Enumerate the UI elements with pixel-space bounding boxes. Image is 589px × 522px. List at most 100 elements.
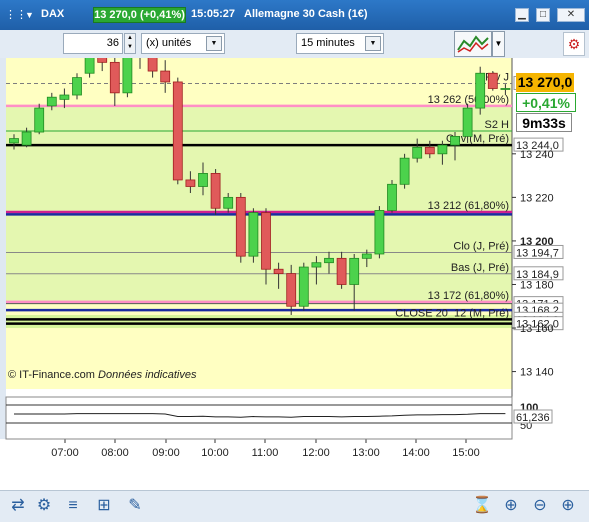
share-icon[interactable]: ⇄ (7, 495, 29, 517)
left-margin (0, 58, 6, 439)
x-tick-label: 14:00 (402, 447, 430, 459)
indicator-chart-icon (457, 35, 489, 53)
magnet-icon[interactable]: ⚙ (563, 32, 585, 56)
chevron-down-icon[interactable]: ▼ (25, 8, 34, 22)
data-source-label: © IT-Finance.com Données indicatives (8, 369, 196, 381)
candle-up (298, 266, 309, 307)
level-label: Bas (J, Pré) (451, 262, 509, 274)
candle-up (122, 58, 133, 94)
candle-down (210, 173, 221, 209)
chevron-down-icon[interactable]: ▼ (206, 36, 222, 51)
zoom-fit-icon[interactable]: ⊕ (500, 495, 522, 517)
candle-up (248, 212, 259, 257)
title-bar: ⋮⋮ ▼ DAX 13 270,0 (+0,41%) 15:05:27 Alle… (0, 0, 589, 30)
candle-up (450, 135, 460, 146)
y-tick-label: 13 220 (520, 192, 554, 204)
candle-up (46, 96, 57, 107)
x-tick-label: 12:00 (302, 447, 330, 459)
unit-select[interactable]: (x) unités ▼ (141, 33, 225, 54)
candle-up (9, 138, 19, 144)
candle-up (361, 253, 372, 259)
x-tick-label: 10:00 (201, 447, 229, 459)
x-tick-label: 11:00 (252, 447, 279, 459)
candle-up (399, 157, 410, 185)
candle-up (349, 257, 360, 285)
zoom-in-icon[interactable]: ⊕ (557, 495, 579, 517)
clock-time: 15:05:27 (191, 8, 236, 20)
level-label: 13 212 (61,80%) (428, 200, 509, 212)
candle-up (223, 196, 234, 209)
price-change-badge: 13 270,0 (+0,41%) (93, 7, 186, 23)
price-chart[interactable]: Piv J13 262 (50,00%)S2 HOuv (M, Pré)13 2… (0, 58, 589, 490)
candle-down (97, 58, 108, 63)
candle-up (311, 262, 322, 268)
candle-down (487, 72, 498, 89)
compare-icon[interactable]: ⊞ (93, 495, 115, 517)
candle-up (437, 144, 448, 155)
list-icon[interactable]: ≡ (62, 495, 84, 517)
candle-up (84, 58, 95, 74)
chevron-down-icon[interactable]: ▼ (365, 36, 381, 51)
indicators-button[interactable] (454, 31, 492, 57)
x-tick-label: 09:00 (152, 447, 180, 459)
minimize-button[interactable]: ▁ (515, 8, 529, 22)
y-tick-label: 13 140 (520, 367, 554, 379)
tools-icon[interactable]: ⚙ (33, 495, 55, 517)
periods-input[interactable]: 36 (63, 33, 123, 54)
candle-down (185, 179, 196, 187)
candle-up (21, 131, 32, 146)
candle-countdown: 9m33s (516, 113, 572, 132)
x-tick-label: 07:00 (51, 447, 79, 459)
pencil-icon[interactable]: ✎ (124, 495, 146, 517)
source-note: Données indicatives (98, 369, 197, 381)
candle-down (109, 61, 120, 94)
timer-icon[interactable]: ⌛ (471, 495, 493, 517)
periods-stepper[interactable]: ▲ ▼ (124, 33, 136, 54)
bottom-toolbar: ⇄ ⚙ ≡ ⊞ ✎ ⌛ ⊕ ⊖ ⊕ (0, 490, 589, 522)
grip-icon[interactable]: ⋮⋮ (5, 8, 27, 22)
trading-chart-window: ⋮⋮ ▼ DAX 13 270,0 (+0,41%) 15:05:27 Alle… (0, 0, 589, 522)
indicators-dropdown[interactable]: ▼ (492, 31, 505, 57)
level-label: 13 262 (50,00%) (428, 94, 509, 106)
candle-up (198, 173, 208, 187)
timeframe-select[interactable]: 15 minutes ▼ (296, 33, 384, 54)
level-label: CLOSE 20_12 (M, Pré) (395, 307, 509, 319)
y-tick-label: 13 160 (520, 323, 554, 335)
x-tick-label: 13:00 (352, 447, 380, 459)
maximize-button[interactable]: □ (536, 8, 550, 22)
zoom-out-icon[interactable]: ⊖ (529, 495, 551, 517)
chart-toolbar: 36 ▲ ▼ (x) unités ▼ 15 minutes ▼ ▼ ⚙ (0, 30, 589, 58)
candle-down (160, 70, 171, 83)
candle-down (235, 196, 246, 257)
level-label: 13 172 (61,80%) (428, 290, 509, 302)
level-tag: 13 194,7 (516, 247, 559, 259)
candle-up (72, 77, 82, 96)
source-brand: © IT-Finance.com (8, 369, 95, 381)
candle-down (286, 273, 297, 307)
candle-up (475, 72, 486, 109)
instrument-name[interactable]: DAX (41, 8, 64, 20)
close-button[interactable]: ✕ (557, 8, 585, 22)
unit-select-value: (x) unités (146, 37, 192, 49)
candle-up (462, 107, 473, 137)
x-tick-label: 15:00 (452, 447, 480, 459)
candle-down (172, 81, 183, 181)
x-tick-label: 08:00 (101, 447, 129, 459)
candle-down (261, 212, 271, 270)
timeframe-select-value: 15 minutes (301, 37, 355, 49)
last-price-badge: 13 270,0 (516, 73, 574, 92)
level-label: Clo (J, Pré) (453, 240, 509, 252)
change-percent-badge: +0,41% (516, 93, 576, 112)
candle-up (500, 88, 511, 90)
candle-up (324, 257, 334, 264)
candle-down (424, 146, 435, 155)
candle-down (336, 257, 347, 285)
y-tick-label: 13 180 (520, 279, 554, 291)
candle-up (374, 210, 385, 255)
y-tick-label: 13 200 (520, 236, 554, 248)
candle-up (59, 94, 70, 100)
candle-up (387, 183, 397, 211)
level-label: S2 H (485, 119, 510, 131)
candle-up (412, 146, 423, 159)
indicator-value-tag: 61,236 (516, 412, 550, 424)
